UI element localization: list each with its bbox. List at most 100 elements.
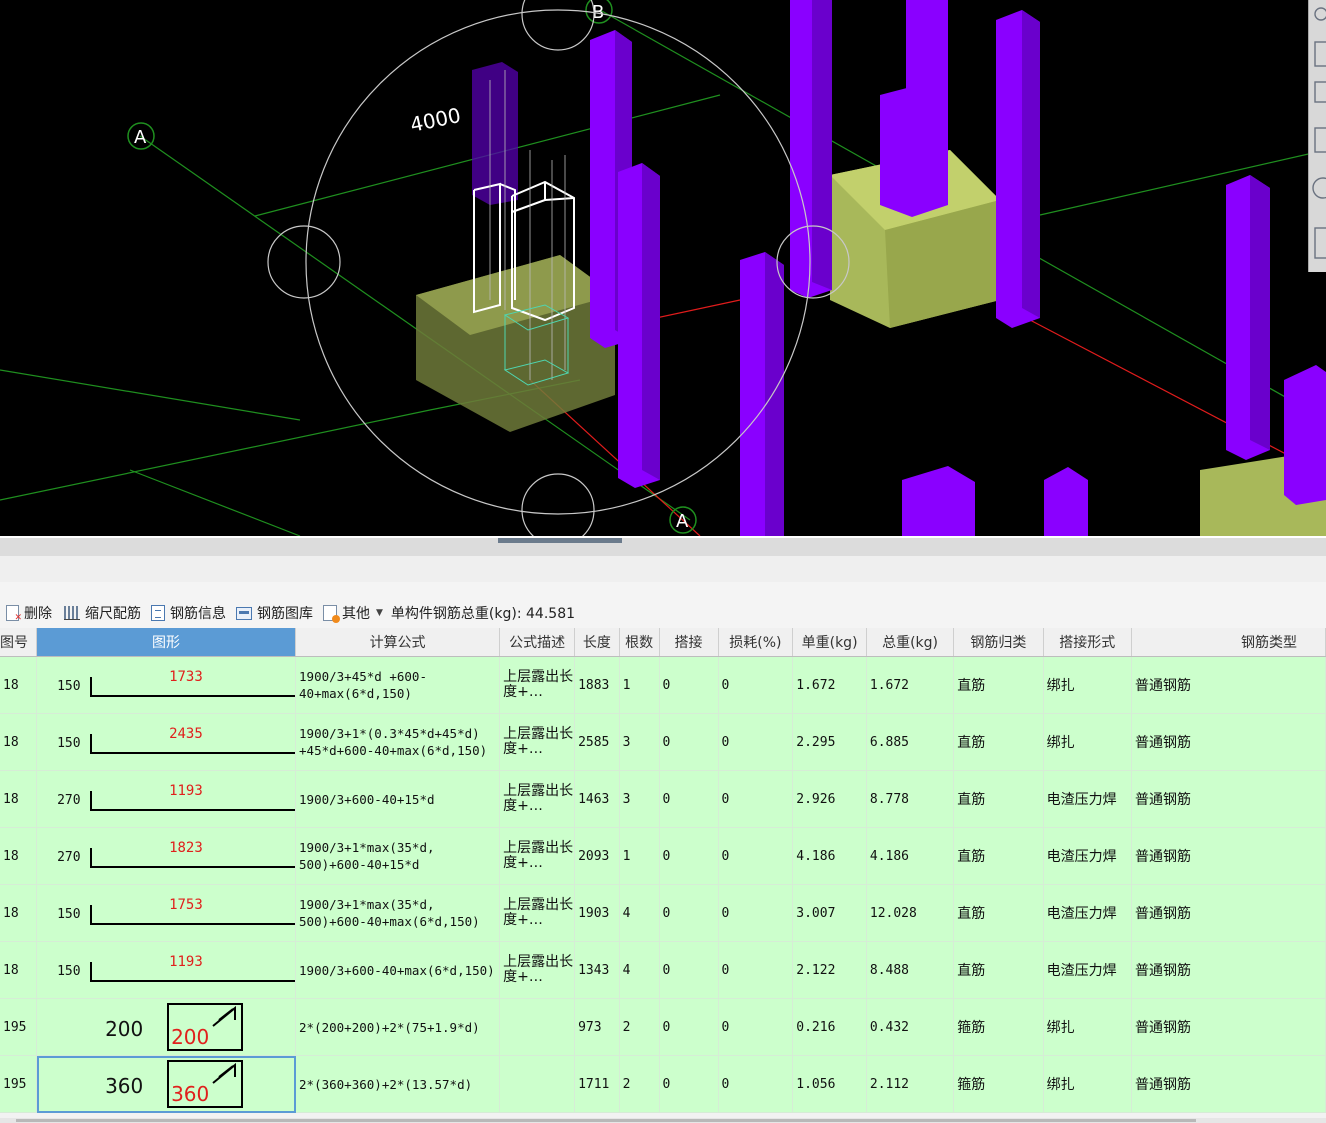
rebar-type-cell[interactable]: 普通钢筋	[1131, 656, 1326, 714]
length-cell[interactable]: 1711	[574, 1055, 620, 1113]
loss-cell[interactable]: 0	[718, 998, 794, 1056]
count-cell[interactable]: 2	[619, 1055, 660, 1113]
col-header-shape[interactable]: 图形	[36, 628, 297, 657]
table-row[interactable]: 18 150 2435 1900/3+1*(0.3*45*d+45*d) +45*d+…	[0, 713, 1326, 771]
other-dropdown[interactable]: 其他 ▼	[323, 603, 383, 623]
col-header-unit-weight[interactable]: 单重(kg)	[792, 628, 867, 657]
scrollbar-thumb[interactable]	[16, 1119, 1196, 1122]
scale-rebar-button[interactable]: 缩尺配筋	[64, 603, 141, 623]
total-weight-cell[interactable]: 0.432	[866, 998, 955, 1056]
horizontal-scrollbar[interactable]	[0, 1118, 1326, 1123]
formula-cell[interactable]: 1900/3+600-40+max(6*d,150)	[295, 941, 501, 999]
count-cell[interactable]: 2	[619, 998, 660, 1056]
col-header-fig-no[interactable]: 图号	[0, 628, 38, 657]
fig-no-cell[interactable]: 18	[0, 713, 38, 771]
col-header-desc[interactable]: 公式描述	[499, 628, 576, 657]
fig-no-cell[interactable]: 195	[0, 998, 38, 1056]
desc-cell[interactable]: 上层露出长度+…	[499, 827, 576, 885]
col-header-formula[interactable]: 计算公式	[295, 628, 501, 657]
desc-cell[interactable]: 上层露出长度+…	[499, 941, 576, 999]
count-cell[interactable]: 4	[619, 941, 660, 999]
lap-form-cell[interactable]: 绑扎	[1043, 656, 1132, 714]
formula-cell[interactable]: 2*(360+360)+2*(13.57*d)	[295, 1055, 501, 1113]
table-row[interactable]: 18 150 1753 1900/3+1*max(35*d, 500)+600-40+…	[0, 884, 1326, 942]
table-row[interactable]: 18 150 1193 1900/3+600-40+max(6*d,150) 上层露出长…	[0, 941, 1326, 999]
desc-cell[interactable]: 上层露出长度+…	[499, 713, 576, 771]
lap-cell[interactable]: 0	[659, 770, 719, 828]
count-cell[interactable]: 3	[619, 713, 660, 771]
table-row[interactable]: 18 150 1733 1900/3+45*d +600-40+max(6*d,150…	[0, 656, 1326, 714]
fig-no-cell[interactable]: 195	[0, 1055, 38, 1113]
unit-weight-cell[interactable]: 1.672	[792, 656, 867, 714]
category-cell[interactable]: 直筋	[953, 941, 1044, 999]
count-cell[interactable]: 3	[619, 770, 660, 828]
length-cell[interactable]: 973	[574, 998, 620, 1056]
desc-cell[interactable]: 上层露出长度+…	[499, 884, 576, 942]
fig-no-cell[interactable]: 18	[0, 884, 38, 942]
loss-cell[interactable]: 0	[718, 770, 794, 828]
col-header-count[interactable]: 根数	[619, 628, 660, 657]
rebar-shape-cell[interactable]: 150 2435	[36, 713, 297, 771]
rebar-library-button[interactable]: 钢筋图库	[236, 603, 313, 623]
table-row[interactable]: 195 360 360 2*(360+360)+2*(13.57*d) 1711 2 0 0 1…	[0, 1055, 1326, 1113]
lap-form-cell[interactable]: 电渣压力焊	[1043, 941, 1132, 999]
total-weight-cell[interactable]: 12.028	[866, 884, 955, 942]
fig-no-cell[interactable]: 18	[0, 656, 38, 714]
rebar-type-cell[interactable]: 普通钢筋	[1131, 1055, 1326, 1113]
formula-cell[interactable]: 1900/3+45*d +600-40+max(6*d,150)	[295, 656, 501, 714]
view-tool-panel[interactable]	[1308, 0, 1326, 272]
lap-cell[interactable]: 0	[659, 827, 719, 885]
unit-weight-cell[interactable]: 1.056	[792, 1055, 867, 1113]
total-weight-cell[interactable]: 4.186	[866, 827, 955, 885]
lap-form-cell[interactable]: 电渣压力焊	[1043, 827, 1132, 885]
rebar-shape-cell[interactable]: 270 1193	[36, 770, 297, 828]
desc-cell[interactable]	[499, 1055, 576, 1113]
category-cell[interactable]: 直筋	[953, 827, 1044, 885]
col-header-rebar-type[interactable]: 钢筋类型	[1131, 628, 1326, 657]
length-cell[interactable]: 1343	[574, 941, 620, 999]
rebar-shape-cell[interactable]: 150 1193	[36, 941, 297, 999]
3d-scene[interactable]: A B A 4000	[0, 0, 1326, 536]
formula-cell[interactable]: 1900/3+1*max(35*d, 500)+600-40+max(6*d,1…	[295, 884, 501, 942]
rebar-type-cell[interactable]: 普通钢筋	[1131, 827, 1326, 885]
total-weight-cell[interactable]: 6.885	[866, 713, 955, 771]
unit-weight-cell[interactable]: 4.186	[792, 827, 867, 885]
lap-cell[interactable]: 0	[659, 656, 719, 714]
total-weight-cell[interactable]: 2.112	[866, 1055, 955, 1113]
stirrup-shape-cell[interactable]: 200 200	[36, 998, 297, 1056]
lap-form-cell[interactable]: 绑扎	[1043, 1055, 1132, 1113]
col-header-category[interactable]: 钢筋归类	[953, 628, 1044, 657]
loss-cell[interactable]: 0	[718, 884, 794, 942]
unit-weight-cell[interactable]: 2.295	[792, 713, 867, 771]
fig-no-cell[interactable]: 18	[0, 827, 38, 885]
col-header-lap[interactable]: 搭接	[659, 628, 719, 657]
category-cell[interactable]: 直筋	[953, 713, 1044, 771]
rebar-shape-cell[interactable]: 150 1753	[36, 884, 297, 942]
unit-weight-cell[interactable]: 0.216	[792, 998, 867, 1056]
rebar-type-cell[interactable]: 普通钢筋	[1131, 713, 1326, 771]
total-weight-cell[interactable]: 8.488	[866, 941, 955, 999]
rebar-info-button[interactable]: 钢筋信息	[151, 603, 226, 623]
lap-cell[interactable]: 0	[659, 941, 719, 999]
rebar-type-cell[interactable]: 普通钢筋	[1131, 941, 1326, 999]
pane-splitter[interactable]	[0, 536, 1326, 556]
fig-no-cell[interactable]: 18	[0, 941, 38, 999]
lap-cell[interactable]: 0	[659, 1055, 719, 1113]
table-row[interactable]: 18 270 1193 1900/3+600-40+15*d 上层露出长度+… 1463 3…	[0, 770, 1326, 828]
rebar-type-cell[interactable]: 普通钢筋	[1131, 884, 1326, 942]
rebar-shape-cell[interactable]: 150 1733	[36, 656, 297, 714]
category-cell[interactable]: 箍筋	[953, 998, 1044, 1056]
rebar-type-cell[interactable]: 普通钢筋	[1131, 770, 1326, 828]
table-row[interactable]: 195 200 200 2*(200+200)+2*(75+1.9*d) 973 2 0 0 0…	[0, 998, 1326, 1056]
formula-cell[interactable]: 2*(200+200)+2*(75+1.9*d)	[295, 998, 501, 1056]
table-row[interactable]: 18 270 1823 1900/3+1*max(35*d, 500)+600-40+…	[0, 827, 1326, 885]
length-cell[interactable]: 2585	[574, 713, 620, 771]
category-cell[interactable]: 直筋	[953, 770, 1044, 828]
loss-cell[interactable]: 0	[718, 1055, 794, 1113]
lap-form-cell[interactable]: 电渣压力焊	[1043, 770, 1132, 828]
loss-cell[interactable]: 0	[718, 713, 794, 771]
lap-form-cell[interactable]: 绑扎	[1043, 998, 1132, 1056]
unit-weight-cell[interactable]: 3.007	[792, 884, 867, 942]
loss-cell[interactable]: 0	[718, 827, 794, 885]
length-cell[interactable]: 1883	[574, 656, 620, 714]
